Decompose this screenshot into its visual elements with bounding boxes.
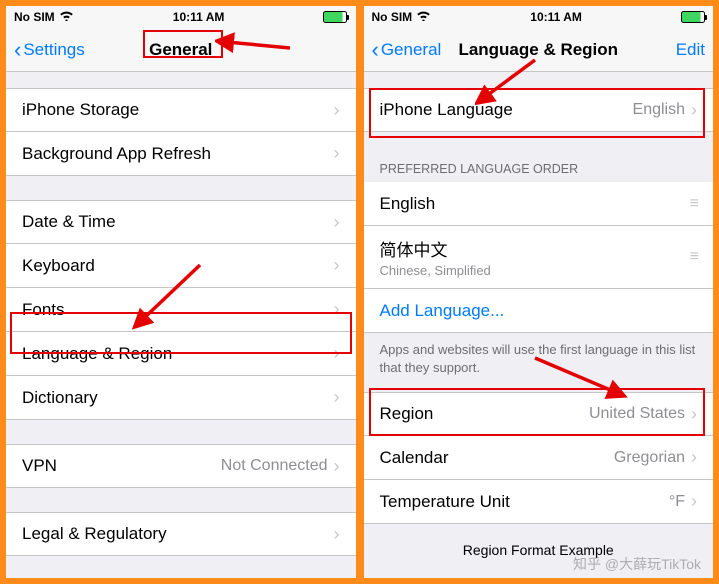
back-label: General (381, 40, 441, 60)
row-label: Fonts (22, 300, 328, 320)
row-iphone-language[interactable]: iPhone Language English › (364, 88, 714, 132)
chevron-left-icon: ‹ (372, 39, 379, 61)
row-sublabel: Chinese, Simplified (380, 263, 682, 278)
row-value: Not Connected (221, 457, 328, 475)
row-value: United States (589, 405, 685, 423)
chevron-right-icon: › (334, 299, 340, 320)
row-dictionary[interactable]: Dictionary › (6, 376, 356, 420)
row-fonts[interactable]: Fonts › (6, 288, 356, 332)
back-label: Settings (23, 40, 84, 60)
row-label: Dictionary (22, 388, 328, 408)
chevron-right-icon: › (334, 456, 340, 477)
row-legal[interactable]: Legal & Regulatory › (6, 512, 356, 556)
settings-content[interactable]: iPhone Language English › PREFERRED LANG… (364, 72, 714, 578)
chevron-left-icon: ‹ (14, 39, 21, 61)
chevron-right-icon: › (334, 143, 340, 164)
chevron-right-icon: › (334, 524, 340, 545)
row-background-refresh[interactable]: Background App Refresh › (6, 132, 356, 176)
row-iphone-storage[interactable]: iPhone Storage › (6, 88, 356, 132)
row-value: English (633, 101, 685, 119)
row-label: Language & Region (22, 344, 328, 364)
back-button[interactable]: ‹ Settings (14, 39, 85, 61)
status-time: 10:11 AM (173, 10, 225, 24)
row-calendar[interactable]: Calendar Gregorian › (364, 436, 714, 480)
row-label: Legal & Regulatory (22, 524, 328, 544)
row-keyboard[interactable]: Keyboard › (6, 244, 356, 288)
row-region[interactable]: Region United States › (364, 392, 714, 436)
chevron-right-icon: › (334, 255, 340, 276)
row-label: Date & Time (22, 212, 328, 232)
chevron-right-icon: › (691, 100, 697, 121)
page-title: General (149, 40, 212, 60)
status-time: 10:11 AM (530, 10, 582, 24)
nav-bar: ‹ Settings General (6, 28, 356, 72)
nav-bar: ‹ General Language & Region Edit (364, 28, 714, 72)
wifi-icon (59, 10, 74, 24)
row-value: °F (669, 493, 685, 511)
row-temperature[interactable]: Temperature Unit °F › (364, 480, 714, 524)
carrier-label: No SIM (372, 10, 413, 24)
battery-icon (323, 11, 347, 23)
group-header: PREFERRED LANGUAGE ORDER (364, 156, 714, 182)
row-language-chinese[interactable]: 简体中文 Chinese, Simplified ≡ (364, 226, 714, 289)
battery-icon (681, 11, 705, 23)
group-footer: Apps and websites will use the first lan… (364, 333, 714, 380)
row-vpn[interactable]: VPN Not Connected › (6, 444, 356, 488)
row-label: Calendar (380, 448, 614, 468)
chevron-right-icon: › (334, 387, 340, 408)
settings-content[interactable]: iPhone Storage › Background App Refresh … (6, 72, 356, 578)
row-label: Background App Refresh (22, 144, 328, 164)
row-language-region[interactable]: Language & Region › (6, 332, 356, 376)
row-label: Temperature Unit (380, 492, 669, 512)
chevron-right-icon: › (691, 404, 697, 425)
region-example-header: Region Format Example (364, 524, 714, 562)
row-language-english[interactable]: English ≡ (364, 182, 714, 226)
status-bar: No SIM 10:11 AM (6, 6, 356, 28)
chevron-right-icon: › (691, 491, 697, 512)
row-label: Keyboard (22, 256, 328, 276)
chevron-right-icon: › (334, 212, 340, 233)
phone-left: No SIM 10:11 AM ‹ Settings General iPhon… (6, 6, 356, 578)
chevron-right-icon: › (334, 343, 340, 364)
back-button[interactable]: ‹ General (372, 39, 442, 61)
add-language-label: Add Language... (380, 301, 698, 321)
page-title: Language & Region (458, 40, 618, 60)
chevron-right-icon: › (691, 447, 697, 468)
row-label: 简体中文 (380, 236, 682, 261)
row-value: Gregorian (614, 449, 685, 467)
row-label: iPhone Language (380, 100, 633, 120)
row-add-language[interactable]: Add Language... (364, 289, 714, 333)
wifi-icon (416, 10, 431, 24)
chevron-right-icon: › (334, 100, 340, 121)
edit-button[interactable]: Edit (676, 40, 705, 60)
phone-right: No SIM 10:11 AM ‹ General Language & Reg… (364, 6, 714, 578)
drag-handle-icon[interactable]: ≡ (690, 248, 697, 266)
drag-handle-icon[interactable]: ≡ (690, 195, 697, 213)
row-label: Region (380, 404, 589, 424)
row-label: iPhone Storage (22, 100, 328, 120)
carrier-label: No SIM (14, 10, 55, 24)
row-date-time[interactable]: Date & Time › (6, 200, 356, 244)
row-label: English (380, 194, 682, 214)
status-bar: No SIM 10:11 AM (364, 6, 714, 28)
row-label: VPN (22, 456, 221, 476)
